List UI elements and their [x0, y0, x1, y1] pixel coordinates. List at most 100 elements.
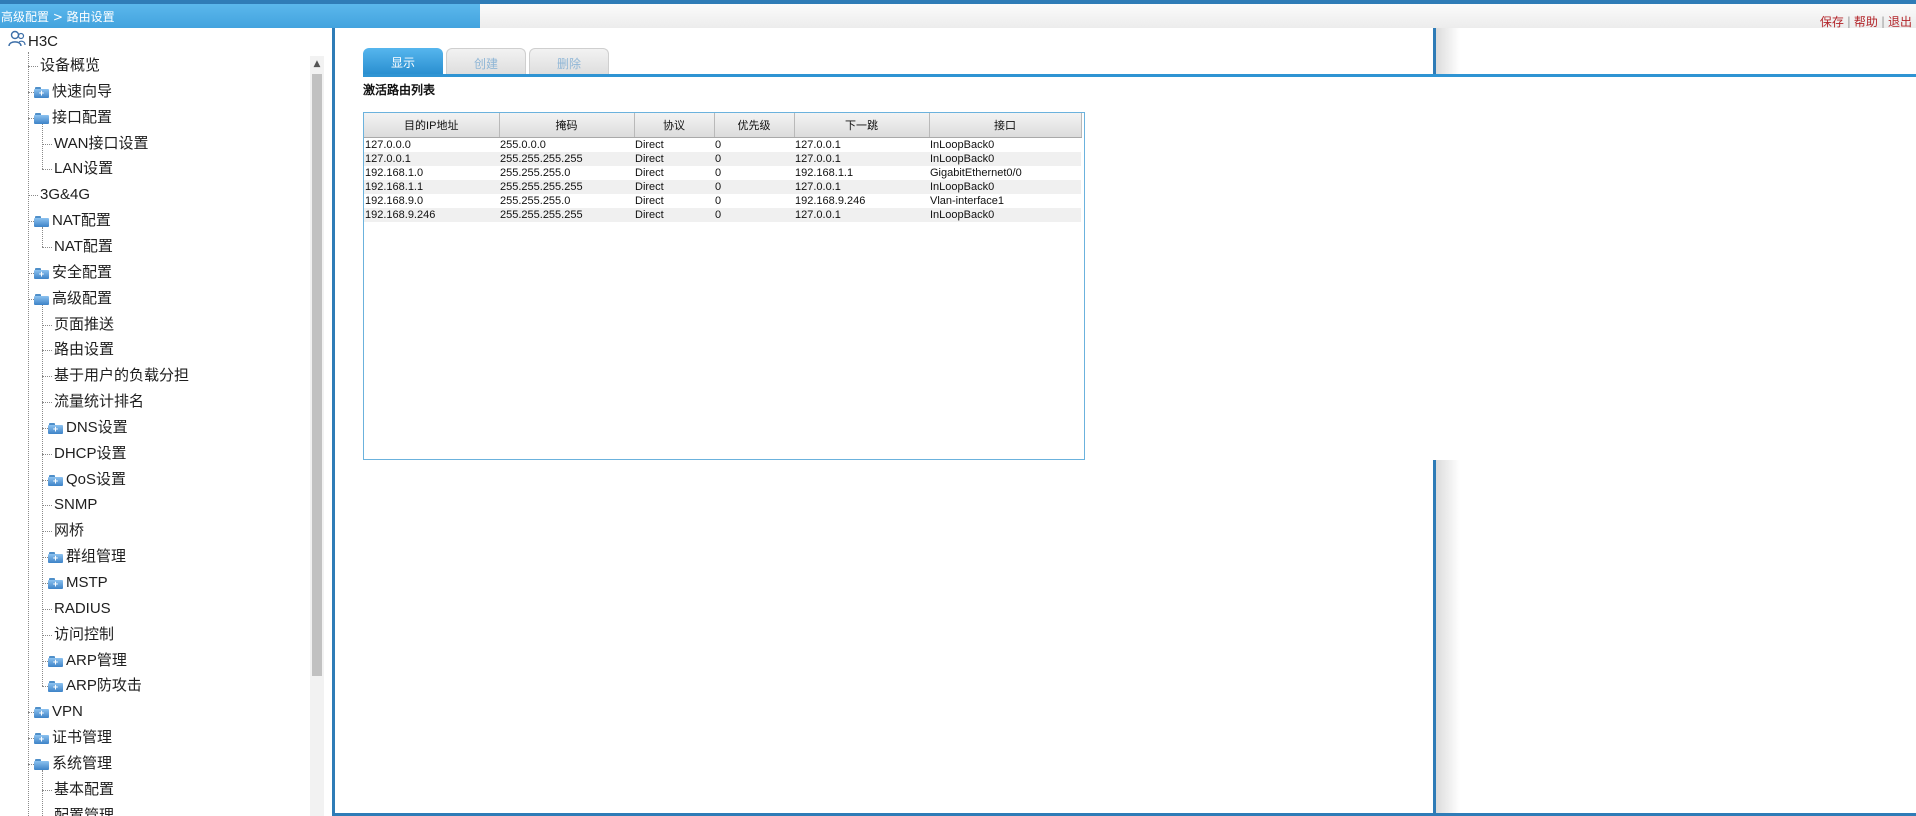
frame-shadow: [1436, 28, 1460, 74]
sidebar-item[interactable]: + 群组管理: [0, 545, 308, 569]
table-row[interactable]: 127.0.0.0 255.0.0.0 Direct 0 127.0.0.1 InLoop…: [364, 137, 1081, 152]
sidebar-item[interactable]: SNMP: [0, 493, 308, 517]
column-header-priority[interactable]: 优先级: [714, 113, 795, 138]
table-row[interactable]: 192.168.9.246 255.255.255.255 Direct 0 127.0…: [364, 207, 1081, 222]
sidebar-item-label: 系统管理: [52, 754, 113, 772]
sidebar-item-label: 路由设置: [54, 341, 115, 359]
sidebar-item-label: DNS设置: [66, 418, 128, 436]
help-link[interactable]: 帮助: [1854, 15, 1878, 29]
sidebar-item-label: 安全配置: [52, 263, 113, 281]
sidebar-item[interactable]: 流量统计排名: [0, 390, 308, 414]
table-cell: Direct: [634, 137, 714, 152]
tree-guide-line: [42, 304, 43, 687]
sidebar-item[interactable]: NAT配置: [0, 209, 308, 233]
column-header-mask[interactable]: 掩码: [499, 113, 635, 138]
sidebar-item[interactable]: 系统管理: [0, 752, 308, 776]
sidebar-item-label: 流量统计排名: [54, 393, 145, 411]
tab-delete[interactable]: 删除: [529, 48, 609, 74]
tab-display[interactable]: 显示: [363, 48, 443, 74]
table-cell: Direct: [634, 193, 714, 208]
sidebar-item[interactable]: + 快速向导: [0, 80, 308, 104]
tree-guide-line: [42, 123, 43, 170]
sidebar-item-label: 证书管理: [52, 729, 113, 747]
sidebar-item[interactable]: + QoS设置: [0, 468, 308, 492]
sidebar-item[interactable]: 基于用户的负载分担: [0, 364, 308, 388]
sidebar-item[interactable]: 访问控制: [0, 623, 308, 647]
sidebar-item[interactable]: 路由设置: [0, 338, 308, 362]
table-cell: InLoopBack0: [929, 207, 1081, 222]
folder-expand-icon[interactable]: +: [34, 733, 49, 745]
sidebar-item[interactable]: + DNS设置: [0, 416, 308, 440]
folder-open-icon[interactable]: [34, 758, 49, 770]
scroll-thumb[interactable]: [312, 74, 322, 676]
sidebar-item[interactable]: + VPN: [0, 700, 308, 724]
sidebar-scrollbar[interactable]: ▲ ▼: [310, 56, 324, 816]
folder-expand-icon[interactable]: +: [48, 422, 63, 434]
sidebar-item[interactable]: 3G&4G: [0, 183, 308, 207]
sidebar-item-label: 页面推送: [54, 315, 115, 333]
folder-expand-icon[interactable]: +: [34, 86, 49, 98]
sidebar-item[interactable]: 设备概览: [0, 54, 308, 78]
table-row[interactable]: 192.168.1.1 255.255.255.255 Direct 0 127.0.0…: [364, 179, 1081, 194]
route-table: 目的IP地址 掩码 协议 优先级 下一跳 接口 127.0.0.0 255.0.0…: [364, 113, 1082, 222]
tree-guide-line: [42, 227, 43, 247]
table-cell: 192.168.9.246: [794, 193, 929, 208]
table-row[interactable]: 192.168.1.0 255.255.255.0 Direct 0 192.168.1…: [364, 165, 1081, 180]
sidebar-item-label: DHCP设置: [54, 444, 127, 462]
sidebar-item[interactable]: LAN设置: [0, 157, 308, 181]
sidebar-item[interactable]: 基本配置: [0, 778, 308, 802]
sidebar-item[interactable]: NAT配置: [0, 235, 308, 259]
sidebar-item-label: 高级配置: [52, 289, 113, 307]
table-cell: InLoopBack0: [929, 137, 1081, 152]
sidebar-item-label: 设备概览: [40, 57, 101, 74]
tree-guide-line: [42, 769, 43, 816]
sidebar-item[interactable]: 配置管理: [0, 804, 308, 816]
folder-expand-icon[interactable]: +: [34, 707, 49, 719]
column-header-protocol[interactable]: 协议: [634, 113, 715, 138]
folder-expand-icon[interactable]: +: [48, 474, 63, 486]
column-header-next-hop[interactable]: 下一跳: [794, 113, 930, 138]
sidebar-item[interactable]: + 安全配置: [0, 261, 308, 285]
sidebar-item[interactable]: 网桥: [0, 519, 308, 543]
folder-expand-icon[interactable]: +: [48, 578, 63, 589]
column-header-interface[interactable]: 接口: [929, 113, 1082, 138]
sidebar-item[interactable]: 页面推送: [0, 313, 308, 337]
table-cell: 192.168.9.0: [364, 193, 499, 208]
logout-link[interactable]: 退出: [1888, 15, 1912, 29]
tree-guide-line: [28, 52, 29, 816]
table-cell: Direct: [634, 165, 714, 180]
sidebar-item[interactable]: WAN接口设置: [0, 132, 308, 156]
table-cell: 127.0.0.1: [794, 137, 929, 152]
sidebar-item-label: 配置管理: [54, 806, 115, 816]
table-cell: Vlan-interface1: [929, 193, 1081, 208]
folder-expand-icon[interactable]: +: [48, 552, 63, 564]
save-link[interactable]: 保存: [1820, 15, 1844, 29]
sidebar-item[interactable]: DHCP设置: [0, 442, 308, 466]
table-row[interactable]: 127.0.0.1 255.255.255.255 Direct 0 127.0.0.1…: [364, 151, 1081, 166]
folder-open-icon[interactable]: [34, 112, 49, 124]
folder-expand-icon[interactable]: +: [48, 681, 63, 693]
folder-expand-icon[interactable]: +: [34, 267, 49, 279]
table-cell: 0: [714, 207, 794, 222]
scroll-up-arrow-icon[interactable]: ▲: [310, 56, 324, 72]
sidebar-item[interactable]: + ARP管理: [0, 649, 308, 673]
sidebar-item[interactable]: 接口配置: [0, 106, 308, 130]
column-header-dest-ip[interactable]: 目的IP地址: [364, 113, 500, 138]
sidebar-item[interactable]: + 证书管理: [0, 726, 308, 750]
tab-create[interactable]: 创建: [446, 48, 526, 74]
breadcrumb: 高级配置 > 路由设置: [0, 4, 480, 28]
table-row[interactable]: 192.168.9.0 255.255.255.0 Direct 0 192.168.9…: [364, 193, 1081, 208]
sidebar-item[interactable]: 高级配置: [0, 287, 308, 311]
folder-open-icon[interactable]: [34, 293, 49, 305]
table-cell: 255.255.255.0: [499, 165, 634, 180]
sidebar-item-label: 基本配置: [54, 780, 115, 798]
sidebar-item[interactable]: + MSTP: [0, 571, 308, 595]
sidebar-item-label: 群组管理: [66, 548, 127, 566]
folder-open-icon[interactable]: [34, 216, 49, 228]
folder-expand-icon[interactable]: +: [48, 655, 63, 667]
navigation-tree: H3C 设备概览 + 快速向导 接口配置 WAN接口设置 LAN设置 3G&4G NAT配置 N…: [0, 28, 326, 816]
sidebar-item[interactable]: + ARP防攻击: [0, 674, 308, 698]
sidebar-item-label: RADIUS: [54, 599, 111, 617]
sidebar-item[interactable]: RADIUS: [0, 597, 308, 621]
sidebar-item-label: LAN设置: [54, 160, 114, 178]
